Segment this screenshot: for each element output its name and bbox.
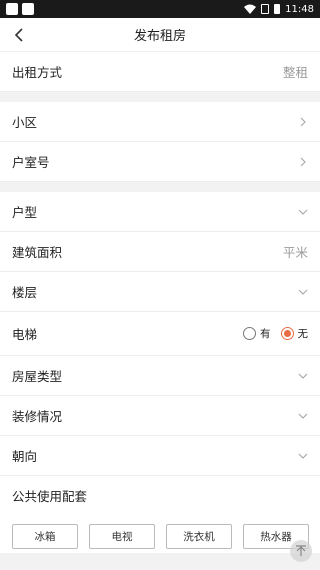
house-type-label: 房屋类型: [12, 369, 63, 384]
floor-label: 楼层: [12, 285, 38, 300]
area-input[interactable]: 平米: [283, 242, 308, 261]
elevator-label: 电梯: [12, 327, 38, 342]
facilities-title: 公共使用配套: [12, 488, 88, 504]
decoration-label: 装修情况: [12, 409, 63, 424]
room-number-row[interactable]: 户室号: [0, 142, 320, 182]
nav-bar: 发布租房: [0, 18, 320, 52]
notification-icon: [22, 3, 34, 15]
rent-mode-row[interactable]: 出租方式 整租: [0, 52, 320, 92]
section-gap: [0, 92, 320, 102]
orientation-label: 朝向: [12, 449, 38, 464]
decoration-row[interactable]: 装修情况: [0, 396, 320, 436]
status-time: 11:48: [285, 3, 314, 15]
wifi-icon: [244, 4, 257, 14]
floor-row[interactable]: 楼层: [0, 272, 320, 312]
chevron-down-icon: [298, 413, 308, 419]
chevron-down-icon: [298, 453, 308, 459]
page-title: 发布租房: [133, 29, 186, 44]
layout-row[interactable]: 户型: [0, 192, 320, 232]
house-type-row[interactable]: 房屋类型: [0, 356, 320, 396]
elevator-radio-group: 有 无: [243, 326, 308, 341]
chevron-right-icon: [300, 117, 306, 126]
radio-unchecked-icon[interactable]: [243, 327, 256, 340]
elevator-row: 电梯 有 无: [0, 312, 320, 356]
battery-icon: [274, 4, 281, 14]
rent-mode-value: 整租: [282, 65, 308, 80]
notification-icon: [6, 3, 18, 15]
elevator-option-no[interactable]: 无: [280, 326, 309, 341]
chevron-right-icon: [300, 157, 306, 166]
elevator-option-yes[interactable]: 有: [243, 326, 271, 341]
arrow-up-icon: [296, 545, 306, 556]
community-row[interactable]: 小区: [0, 102, 320, 142]
section-gap: [0, 182, 320, 192]
radio-label: 无: [297, 328, 309, 340]
community-label: 小区: [12, 115, 38, 130]
facilities-grid: 冰箱 电视 洗衣机 热水器: [12, 514, 309, 553]
status-bar: 11:48: [0, 0, 320, 18]
orientation-row[interactable]: 朝向: [0, 436, 320, 476]
scroll-to-top-button[interactable]: [290, 540, 312, 562]
facility-fridge-button[interactable]: 冰箱: [12, 524, 78, 549]
room-number-label: 户室号: [12, 155, 50, 170]
rent-mode-label: 出租方式: [12, 65, 63, 80]
chevron-down-icon: [298, 209, 308, 215]
facilities-section: 公共使用配套 冰箱 电视 洗衣机 热水器: [0, 476, 320, 553]
chevron-down-icon: [298, 373, 308, 379]
area-label: 建筑面积: [12, 245, 63, 260]
back-arrow-icon[interactable]: [12, 26, 28, 44]
radio-label: 有: [260, 328, 271, 340]
sim-icon: [261, 4, 270, 14]
facility-washer-button[interactable]: 洗衣机: [166, 524, 232, 549]
layout-label: 户型: [12, 205, 38, 220]
area-row[interactable]: 建筑面积 平米: [0, 232, 320, 272]
facility-tv-button[interactable]: 电视: [89, 524, 155, 549]
chevron-down-icon: [298, 289, 308, 295]
radio-checked-icon[interactable]: [280, 327, 294, 340]
